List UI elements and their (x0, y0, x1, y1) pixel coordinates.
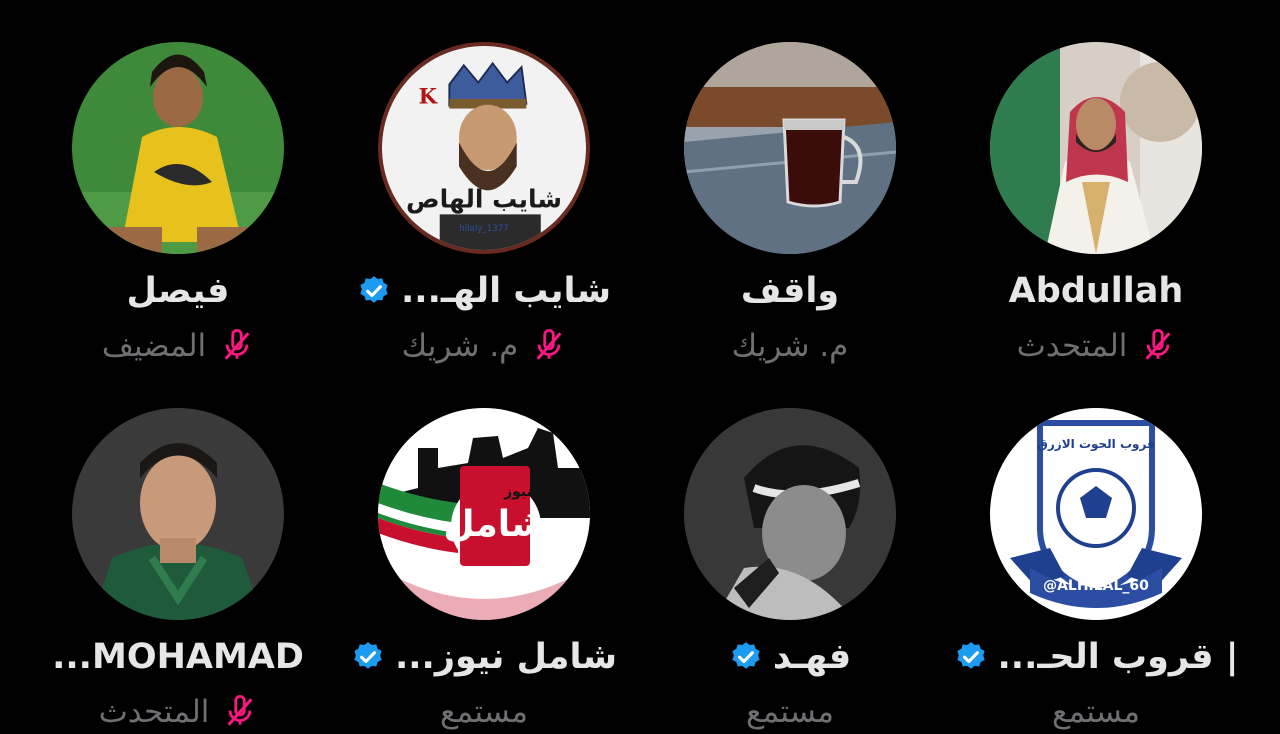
participant-name: واقف (740, 271, 840, 311)
avatar-caption: شايب الهاص (406, 185, 562, 215)
avatar[interactable] (72, 408, 284, 620)
participant-name: MOHAMAD... (52, 637, 304, 677)
participant-name: فهـد (772, 637, 852, 677)
participant-name: شايب الهـ... (400, 271, 612, 311)
muted-mic-icon (536, 329, 562, 360)
avatar[interactable] (684, 42, 896, 254)
participant-role: م. شريك (731, 328, 849, 364)
participant-name: Abdullah (1008, 271, 1184, 311)
participant-role: المتحدث (98, 694, 210, 730)
avatar[interactable]: قروب الحوت الازرق @ALHILAL_60 (990, 408, 1202, 620)
participant-name: فيصل (126, 271, 230, 311)
participant-name: شامل نيوز... (394, 637, 618, 677)
participant-role: م. شريك (401, 328, 519, 364)
participant-role: مستمع (439, 694, 529, 730)
participant-role: مستمع (1051, 694, 1141, 730)
avatar-handle: hilaly_1377 (459, 224, 509, 234)
verified-badge-icon (956, 642, 985, 669)
avatar[interactable] (990, 42, 1202, 254)
muted-mic-icon (1145, 329, 1171, 360)
participant-role: مستمع (745, 694, 835, 730)
avatar-caption: @ALHILAL_60 (1043, 578, 1149, 594)
verified-badge-icon (732, 642, 760, 669)
avatar[interactable] (72, 42, 284, 254)
participant-role: المتحدث (1016, 328, 1128, 364)
muted-mic-icon (224, 329, 250, 360)
avatar[interactable] (684, 408, 896, 620)
avatar-title: قروب الحوت الازرق (1037, 437, 1155, 452)
verified-badge-icon (360, 276, 388, 303)
participants-grid: Abdullah المتحدث واقف م. شريك K شايب اله… (0, 0, 1280, 730)
avatar[interactable]: شامل نيوز (378, 408, 590, 620)
participant-role: المضيف (101, 328, 207, 364)
avatar-caption: شامل (443, 504, 546, 545)
verified-badge-icon (354, 642, 382, 669)
avatar-subcaption: نيوز (503, 484, 532, 500)
avatar-letter: K (419, 84, 439, 109)
participant-name: | قروب الحـ... (997, 637, 1239, 677)
avatar[interactable]: K شايب الهاص hilaly_1377 (378, 42, 590, 254)
muted-mic-icon (227, 695, 253, 726)
